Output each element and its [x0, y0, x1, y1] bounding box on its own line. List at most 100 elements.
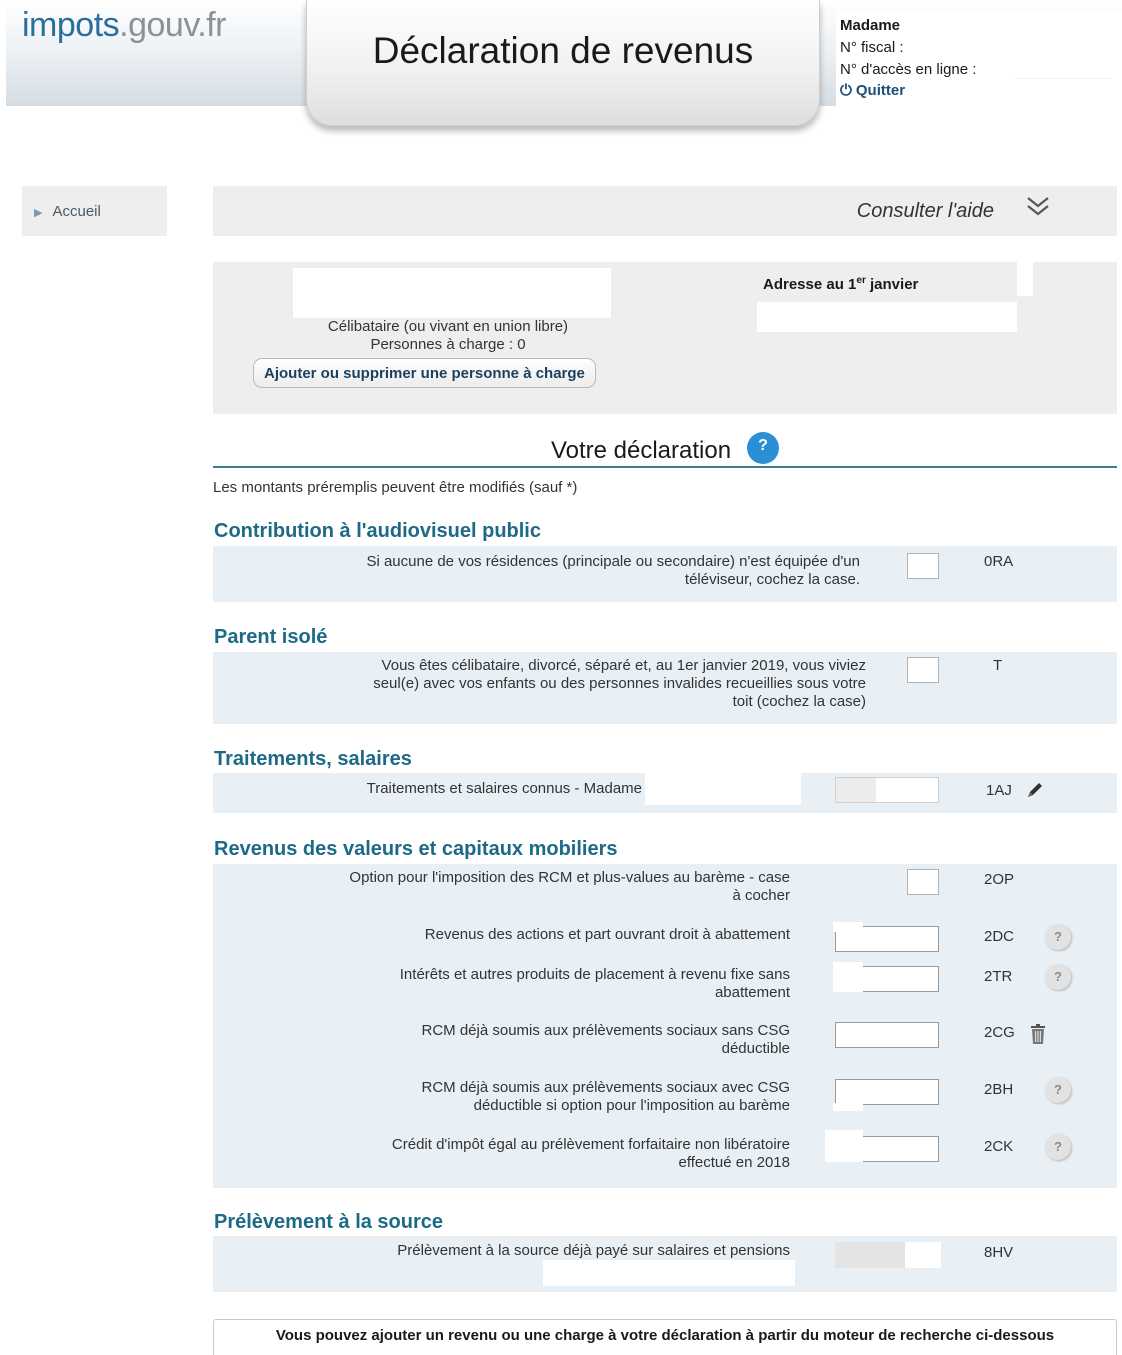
- section-title-rcm: Revenus des valeurs et capitaux mobilier…: [214, 838, 618, 860]
- family-status: Célibataire (ou vivant en union libre): [327, 318, 569, 335]
- fiscal-number-label: N° fiscal :: [840, 39, 904, 56]
- row-label-line: seul(e) avec vos enfants ou des personne…: [373, 675, 866, 692]
- logo-text-main: impots: [22, 6, 120, 44]
- section-prelevement: Prélèvement à la source déjà payé sur sa…: [213, 1236, 1117, 1292]
- code-8hv: 8HV: [984, 1244, 1014, 1261]
- masked-value: [833, 962, 863, 992]
- sidebar-item-label: Accueil: [52, 203, 101, 220]
- title-tab: Déclaration de revenus: [306, 0, 820, 126]
- help-icon-2ck[interactable]: [1045, 1134, 1071, 1160]
- declaration-title-text: Votre déclaration: [550, 437, 732, 464]
- user-info: Madame N° fiscal : N° d'accès en ligne :…: [836, 10, 1122, 106]
- code-2tr: 2TR: [984, 968, 1013, 985]
- row-label-line: déductible: [721, 1040, 790, 1057]
- help-bubble-icon[interactable]: [747, 432, 780, 464]
- dependents-count: Personnes à charge : 0: [370, 336, 526, 353]
- section-title-prelevement: Prélèvement à la source: [214, 1211, 444, 1233]
- code-t: T: [993, 657, 1003, 674]
- input-1aj[interactable]: [835, 777, 939, 803]
- checkbox-0ra[interactable]: [907, 553, 939, 579]
- address-label-suffix: janvier: [865, 276, 919, 293]
- section-title-salaires: Traitements, salaires: [214, 748, 412, 770]
- code-1aj: 1AJ: [986, 782, 1012, 799]
- section-title-audiovisuel: Contribution à l'audiovisuel public: [214, 520, 541, 542]
- row-label-2tr: Intérêts et autres produits de placement…: [400, 966, 790, 1002]
- section-salaires: Traitements et salaires connus - Madame …: [213, 773, 1117, 813]
- trash-icon[interactable]: [1029, 1024, 1047, 1046]
- declaration-note: Les montants préremplis peuvent être mod…: [213, 479, 578, 496]
- row-label-line: Crédit d'impôt égal au prélèvement forfa…: [391, 1136, 790, 1153]
- code-2cg: 2CG: [984, 1024, 1015, 1041]
- double-chevron-down-icon: [1027, 197, 1049, 216]
- code-0ra: 0RA: [984, 553, 1014, 570]
- row-label-line: téléviseur, cochez la case.: [684, 571, 860, 588]
- row-label-line: à cocher: [732, 887, 790, 904]
- row-label-2ck: Crédit d'impôt égal au prélèvement forfa…: [392, 1136, 790, 1172]
- row-label-line: Si aucune de vos résidences (principale …: [366, 553, 860, 570]
- declarant-name: [293, 268, 611, 318]
- row-label-line: abattement: [714, 984, 790, 1001]
- code-2dc: 2DC: [984, 928, 1015, 945]
- sidebar-item-home[interactable]: ▶ Accueil: [22, 186, 167, 236]
- row-label-2dc: Revenus des actions et part ouvrant droi…: [424, 926, 790, 943]
- help-toggle[interactable]: Consulter l'aide: [213, 186, 1117, 236]
- row-label-line: effectué en 2018: [678, 1154, 791, 1171]
- quit-label: Quitter: [855, 82, 906, 99]
- row-label-t: Vous êtes célibataire, divorcé, séparé e…: [373, 657, 866, 711]
- section-title-parent-isole: Parent isolé: [214, 626, 328, 648]
- quit-button[interactable]: ⏻ Quitter: [840, 82, 905, 99]
- access-number-value: [1014, 57, 1112, 79]
- code-2op: 2OP: [984, 871, 1015, 888]
- input-8hv[interactable]: [835, 1242, 941, 1268]
- add-dependent-button[interactable]: Ajouter ou supprimer une personne à char…: [253, 358, 596, 388]
- row-label-2op: Option pour l'imposition des RCM et plus…: [349, 869, 790, 905]
- search-hint: Vous pouvez ajouter un revenu ou une cha…: [275, 1327, 1055, 1344]
- page-title: Déclaration de revenus: [372, 30, 754, 71]
- section-parent-isole: Vous êtes célibataire, divorcé, séparé e…: [213, 652, 1117, 724]
- pencil-icon[interactable]: [1025, 780, 1045, 800]
- section-audiovisuel: Si aucune de vos résidences (principale …: [213, 546, 1117, 602]
- masked-value: [645, 773, 801, 805]
- help-icon-2tr[interactable]: [1045, 964, 1071, 990]
- row-label-line: RCM déjà soumis aux prélèvements sociaux…: [421, 1079, 790, 1096]
- row-label-0ra: Si aucune de vos résidences (principale …: [366, 553, 860, 589]
- row-label-line: Intérêts et autres produits de placement…: [399, 966, 790, 983]
- code-2bh: 2BH: [984, 1081, 1014, 1098]
- checkbox-2op[interactable]: [907, 869, 939, 895]
- row-label-line: Vous êtes célibataire, divorcé, séparé e…: [381, 657, 866, 674]
- household-situation: Adresse au 1er janvier Célibataire (ou v…: [213, 262, 1117, 414]
- row-label-1aj: Traitements et salaires connus - Madame: [366, 780, 642, 797]
- access-number-label: N° d'accès en ligne :: [840, 61, 977, 78]
- help-label: Consulter l'aide: [856, 200, 994, 222]
- search-engine-box: Vous pouvez ajouter un revenu ou une cha…: [213, 1319, 1117, 1355]
- input-2bh[interactable]: [835, 1079, 939, 1105]
- user-name: Madame: [840, 17, 901, 34]
- row-label-line: Option pour l'imposition des RCM et plus…: [349, 869, 790, 886]
- section-rcm: Option pour l'imposition des RCM et plus…: [213, 864, 1117, 1188]
- row-label-line: toit (cochez la case): [732, 693, 866, 710]
- masked-value: [543, 1260, 795, 1286]
- masked-value: [833, 1103, 863, 1111]
- row-label-2bh: RCM déjà soumis aux prélèvements sociaux…: [422, 1079, 790, 1115]
- masked-value: [825, 1130, 863, 1162]
- help-icon-2bh[interactable]: [1045, 1077, 1071, 1103]
- address-label-text: Adresse au 1: [763, 276, 857, 293]
- masked-value: [833, 922, 863, 932]
- triangle-right-icon: ▶: [34, 207, 43, 219]
- row-label-line: déductible si option pour l'imposition a…: [473, 1097, 790, 1114]
- help-icon-2dc[interactable]: [1045, 924, 1071, 950]
- row-label-2cg: RCM déjà soumis aux prélèvements sociaux…: [422, 1022, 790, 1058]
- checkbox-t[interactable]: [907, 657, 939, 683]
- power-icon: ⏻: [840, 82, 852, 99]
- address-value-edge: [1017, 262, 1033, 296]
- logo[interactable]: impots.gouv.fr: [22, 6, 227, 45]
- address-label-sup: er: [856, 275, 866, 286]
- address-label: Adresse au 1er janvier: [763, 275, 918, 293]
- row-label-line: RCM déjà soumis aux prélèvements sociaux…: [421, 1022, 790, 1039]
- code-2ck: 2CK: [984, 1138, 1014, 1155]
- declaration-title: Votre déclaration: [213, 432, 1117, 468]
- row-label-line: Prélèvement à la source déjà payé sur sa…: [397, 1242, 790, 1259]
- input-2cg[interactable]: [835, 1022, 939, 1048]
- address-value: [757, 302, 1017, 332]
- logo-text-domain: .gouv.fr: [119, 6, 227, 44]
